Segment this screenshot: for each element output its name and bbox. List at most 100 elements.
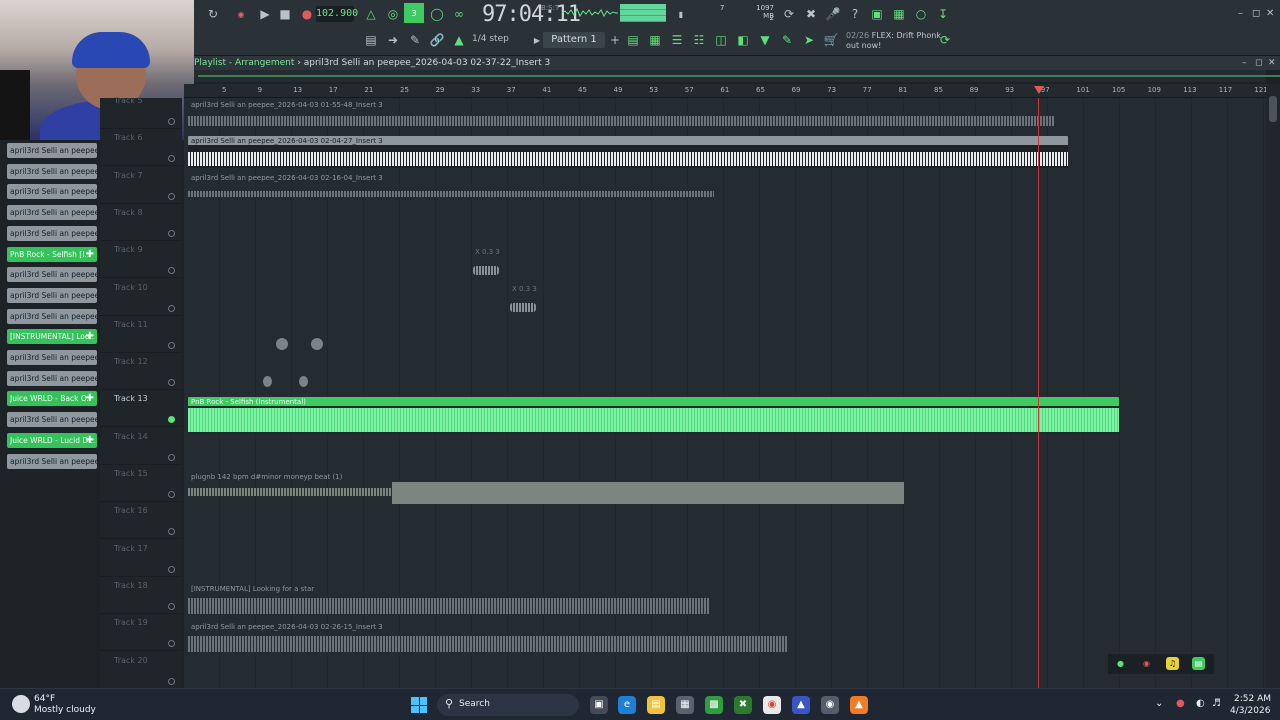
- playlist-maximize-icon[interactable]: ◻: [1255, 58, 1262, 68]
- stop-button[interactable]: ■: [276, 5, 294, 23]
- taskbar-search[interactable]: ⚲ Search: [437, 694, 579, 716]
- piano-roll-icon[interactable]: ▦: [646, 31, 664, 49]
- picker-item[interactable]: april3rd Selli an peepee_: [7, 225, 97, 241]
- app-icon[interactable]: ▲: [792, 696, 810, 714]
- file-explorer-icon[interactable]: ▤: [647, 696, 665, 714]
- picker-item[interactable]: april3rd Selli an peepee_: [7, 143, 97, 158]
- plugin-database-icon[interactable]: ▦: [890, 5, 908, 23]
- note-tray-icon[interactable]: ♫: [1166, 657, 1179, 670]
- track-mute-icon[interactable]: [168, 416, 175, 424]
- audio-clip[interactable]: april3rd Selli an peepee_2026-04-03 02-2…: [188, 622, 788, 654]
- audio-clip[interactable]: april3rd Selli an peepee_2026-04-03 01-5…: [188, 100, 1054, 132]
- track-header[interactable]: Track 11: [100, 316, 182, 353]
- mixer-icon[interactable]: ☷: [690, 31, 708, 49]
- song-mode-icon[interactable]: ↻: [204, 5, 222, 23]
- track-header[interactable]: Track 19: [100, 614, 182, 652]
- fl-studio-icon[interactable]: ▲: [850, 696, 868, 714]
- mini-clip[interactable]: [276, 338, 288, 350]
- audio-clip[interactable]: april3rd Selli an peepee_2026-04-03 02-1…: [188, 173, 714, 205]
- metronome-icon[interactable]: △: [362, 5, 380, 23]
- track-mute-icon[interactable]: [168, 491, 175, 498]
- clock-date[interactable]: 4/3/2026: [1230, 706, 1270, 716]
- track-mute-icon[interactable]: [168, 118, 175, 125]
- picker-item[interactable]: Juice WRLD - Lucid Dr.. ✚: [7, 432, 97, 448]
- picker-item[interactable]: april3rd Selli an peepee_: [7, 370, 97, 386]
- playlist-icon[interactable]: ▤: [624, 31, 642, 49]
- arrangement-lanes[interactable]: april3rd Selli an peepee_2026-04-03 01-5…: [184, 98, 1266, 688]
- project-icon[interactable]: ◧: [734, 31, 752, 49]
- weather-description[interactable]: Mostly cloudy: [34, 705, 96, 715]
- picker-item[interactable]: april3rd Selli an peepee_: [7, 350, 97, 365]
- microphone-tray-icon[interactable]: ●: [1176, 698, 1185, 709]
- plugin-picker-icon[interactable]: ▼: [756, 31, 774, 49]
- edge-icon[interactable]: e: [618, 696, 636, 714]
- maximize-icon[interactable]: ◻: [1252, 8, 1260, 19]
- sheet-tray-icon[interactable]: ▤: [1192, 657, 1205, 670]
- add-clip-icon[interactable]: ✚: [86, 329, 94, 344]
- track-mute-icon[interactable]: [168, 453, 175, 461]
- picker-item[interactable]: april3rd Selli an peepee_: [7, 412, 97, 428]
- picker-item[interactable]: april3rd Selli an peepee_: [7, 308, 97, 324]
- record-mode-icon[interactable]: ◉: [232, 5, 250, 23]
- draw-tool-icon[interactable]: ✎: [406, 31, 424, 49]
- picker-item[interactable]: april3rd Selli an peepee_: [7, 267, 97, 283]
- add-clip-icon[interactable]: ✚: [86, 433, 94, 448]
- playlist-toggle-icon[interactable]: ▤: [362, 31, 380, 49]
- wait-input-icon[interactable]: ◎: [384, 5, 402, 23]
- mini-clip[interactable]: [263, 376, 272, 387]
- close-icon[interactable]: ✕: [1266, 8, 1274, 19]
- track-header[interactable]: Track 8: [100, 204, 182, 241]
- loop-record-icon[interactable]: ∞: [450, 5, 468, 23]
- arrow-right-icon[interactable]: ➜: [384, 31, 402, 49]
- track-mute-icon[interactable]: [168, 565, 175, 573]
- store-icon[interactable]: ▦: [676, 696, 694, 714]
- track-header[interactable]: Track 9: [100, 241, 182, 279]
- task-view-icon[interactable]: ▣: [590, 696, 608, 714]
- undo-history-icon[interactable]: ⟳: [780, 5, 798, 23]
- picker-item[interactable]: april3rd Selli an peepee_: [7, 205, 97, 221]
- chat-icon[interactable]: ○: [912, 5, 930, 23]
- track-mute-icon[interactable]: [168, 677, 175, 685]
- track-header[interactable]: Track 13: [100, 390, 182, 428]
- track-header[interactable]: Track 6: [100, 129, 182, 167]
- chevron-up-icon[interactable]: ⌄: [1155, 698, 1163, 709]
- wifi-icon[interactable]: ◐: [1196, 698, 1205, 709]
- track-mute-icon[interactable]: [168, 602, 175, 610]
- picker-item[interactable]: april3rd Selli an peepee_: [7, 184, 97, 200]
- minecraft-icon[interactable]: ▩: [705, 696, 723, 714]
- tempo-tap-icon[interactable]: ➤: [800, 31, 818, 49]
- snap-selector[interactable]: 1/4 step: [472, 34, 509, 44]
- mini-clip[interactable]: [473, 266, 499, 275]
- minimize-icon[interactable]: –: [1238, 8, 1243, 19]
- chrome-icon[interactable]: ◉: [763, 696, 781, 714]
- help-icon[interactable]: ?: [846, 5, 864, 23]
- audio-clip[interactable]: plugnb 142 bpm d#minor moneyp beat (1): [188, 472, 904, 508]
- xbox-icon[interactable]: ✖: [734, 696, 752, 714]
- touch-keyboard-icon[interactable]: ✎: [778, 31, 796, 49]
- track-header[interactable]: Track 14: [100, 428, 182, 465]
- playlist-minimize-icon[interactable]: –: [1242, 58, 1247, 68]
- steam-icon[interactable]: ◉: [821, 696, 839, 714]
- record-button[interactable]: ●: [298, 5, 316, 23]
- mini-clip[interactable]: [510, 303, 536, 312]
- fl-tray-icon[interactable]: ●: [1114, 657, 1127, 670]
- record-tray-icon[interactable]: ◉: [1140, 657, 1153, 670]
- playhead-marker[interactable]: [1034, 86, 1044, 94]
- volume-icon[interactable]: ♬: [1212, 698, 1221, 709]
- news-refresh-icon[interactable]: ⟳: [936, 31, 954, 49]
- picker-item[interactable]: april3rd Selli an peepee_: [7, 453, 97, 469]
- track-mute-icon[interactable]: [168, 304, 175, 312]
- track-mute-icon[interactable]: [168, 528, 175, 536]
- track-header[interactable]: Track 15: [100, 465, 182, 502]
- microphone-icon[interactable]: 🎤: [824, 5, 842, 23]
- track-header[interactable]: Track 17: [100, 540, 182, 577]
- playlist-close-icon[interactable]: ✕: [1268, 58, 1276, 68]
- browser-icon[interactable]: ◫: [712, 31, 730, 49]
- weather-temperature[interactable]: 64°F: [34, 694, 55, 704]
- picker-item[interactable]: Juice WRLD - Back O.. ✚: [7, 391, 97, 407]
- track-header[interactable]: Track 10: [100, 279, 182, 316]
- mini-clip[interactable]: [311, 338, 323, 350]
- master-pitch-icon[interactable]: ▮: [672, 5, 690, 23]
- cloud-icon[interactable]: [12, 695, 30, 713]
- save-icon[interactable]: ▣: [868, 5, 886, 23]
